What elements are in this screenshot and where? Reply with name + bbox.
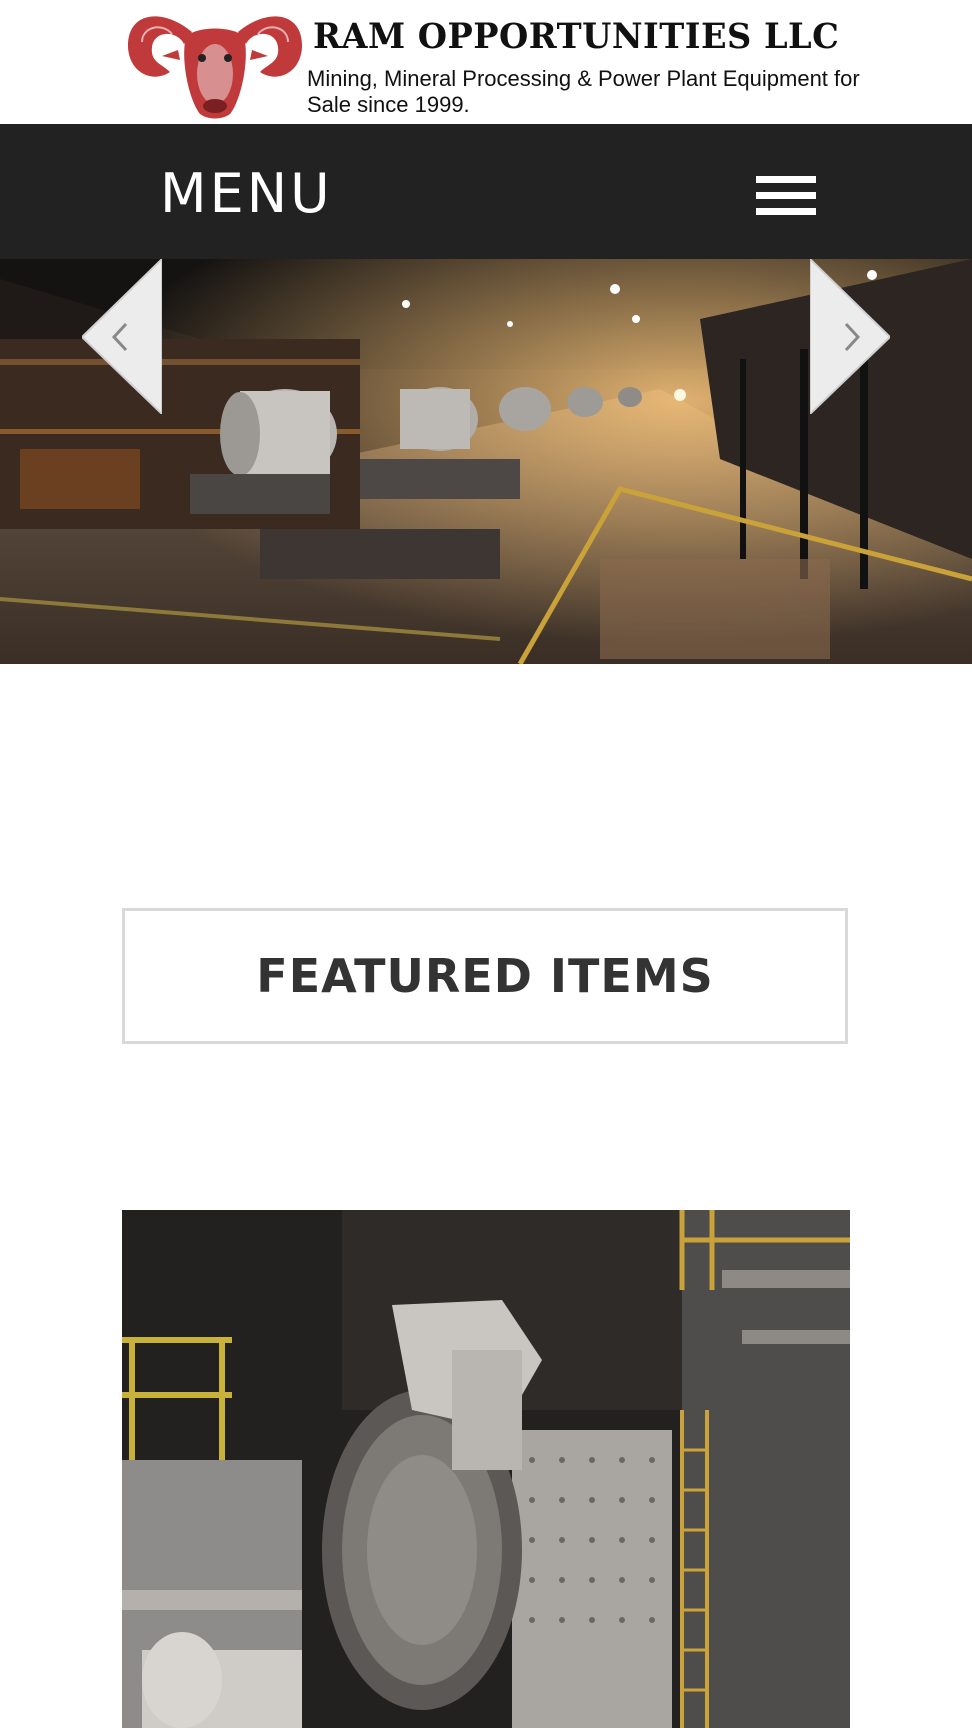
tagline: Mining, Mineral Processing & Power Plant…	[307, 66, 860, 117]
brand-name: RAM OPPORTUNITIES LLC	[313, 16, 840, 57]
ram-head-icon	[127, 16, 303, 119]
menu-bar: MENU	[0, 124, 972, 259]
chevron-right-icon[interactable]	[810, 259, 890, 414]
hero-slider	[0, 259, 972, 664]
featured-items-heading-box: FEATURED ITEMS	[122, 908, 848, 1044]
menu-label[interactable]: MENU	[160, 162, 333, 225]
featured-item-image[interactable]	[122, 1210, 850, 1728]
site-header: RAM OPPORTUNITIES LLC Mining, Mineral Pr…	[0, 0, 972, 124]
chevron-left-icon[interactable]	[82, 259, 162, 414]
hamburger-icon[interactable]	[756, 176, 816, 218]
ball-mill-photo	[122, 1210, 850, 1728]
featured-items-title: FEATURED ITEMS	[256, 949, 714, 1003]
